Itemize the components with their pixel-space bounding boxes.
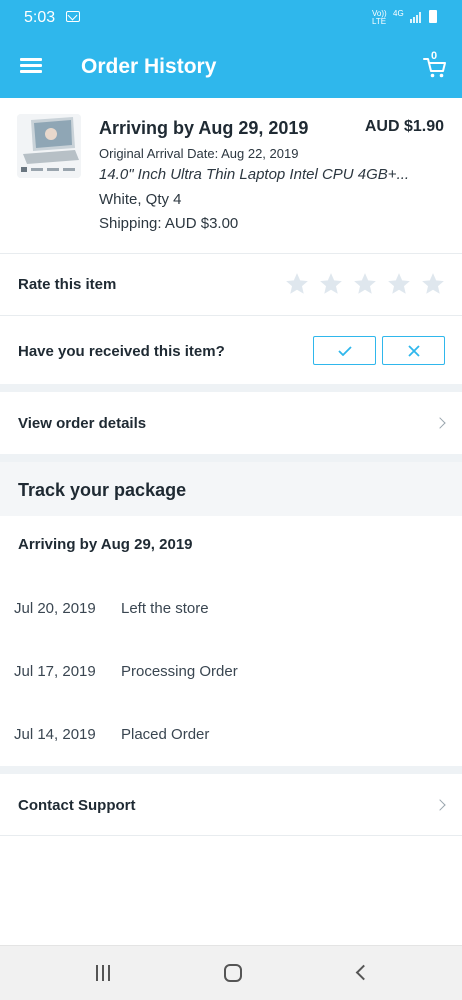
system-nav-bar [0,945,462,1000]
product-name: 14.0" Inch Ultra Thin Laptop Intel CPU 4… [99,166,410,183]
product-variant: White, Qty 4 [99,191,182,208]
battery-icon [429,10,437,23]
tracking-event-date: Jul 14, 2019 [14,726,96,743]
view-order-details-label: View order details [18,415,147,432]
rate-item-row: Rate this item [0,254,462,316]
close-icon [407,344,420,357]
contact-support-label: Contact Support [18,797,136,814]
section-divider [0,384,462,392]
rate-item-label: Rate this item [18,276,117,293]
cart-count-badge: 0 [431,50,438,62]
page-title: Order History [81,55,217,78]
signal-icon [410,12,422,23]
star-icon[interactable] [420,271,446,297]
received-item-row: Have you received this item? [0,316,462,384]
track-package-title: Track your package [18,480,187,500]
tracking-event-description: Left the store [121,600,209,617]
back-icon[interactable] [355,964,372,981]
tracking-event-description: Placed Order [121,726,210,743]
menu-icon[interactable] [20,58,42,74]
view-order-details-row[interactable]: View order details [0,392,462,454]
track-package-header: Track your package [0,462,462,516]
item-price: AUD $1.90 [364,118,444,135]
order-item-card[interactable]: Arriving by Aug 29, 2019 AUD $1.90 Origi… [0,98,462,254]
tracking-event-date: Jul 17, 2019 [14,663,96,680]
tracking-event-description: Processing Order [121,663,238,680]
product-image [17,114,81,178]
check-icon [337,345,352,356]
star-icon[interactable] [318,271,344,297]
mail-notification-icon [66,11,80,22]
star-rating[interactable] [284,271,446,297]
contact-support-row[interactable]: Contact Support [0,774,462,836]
data-indicator: 4G [393,9,404,18]
star-icon[interactable] [284,271,310,297]
recents-icon[interactable] [95,965,111,981]
star-icon[interactable] [352,271,378,297]
volte-indicator: Vo)) LTE [372,9,387,26]
arrival-date: Arriving by Aug 29, 2019 [99,118,309,138]
shipping-cost: Shipping: AUD $3.00 [99,215,239,232]
chevron-right-icon [434,417,446,429]
received-item-label: Have you received this item? [18,343,225,360]
deny-received-button[interactable] [382,336,445,365]
app-bar: Order History 0 [0,36,462,98]
original-arrival-date: Original Arrival Date: Aug 22, 2019 [99,146,299,161]
status-bar: 5:03 Vo)) LTE 4G [0,0,462,36]
section-divider [0,454,462,462]
status-time: 5:03 [24,9,56,26]
section-divider [0,766,462,774]
home-icon[interactable] [224,964,242,982]
tracking-arrival-date: Arriving by Aug 29, 2019 [18,536,193,553]
tracking-event-date: Jul 20, 2019 [14,600,96,617]
chevron-right-icon [434,799,446,811]
confirm-received-button[interactable] [313,336,376,365]
star-icon[interactable] [386,271,412,297]
